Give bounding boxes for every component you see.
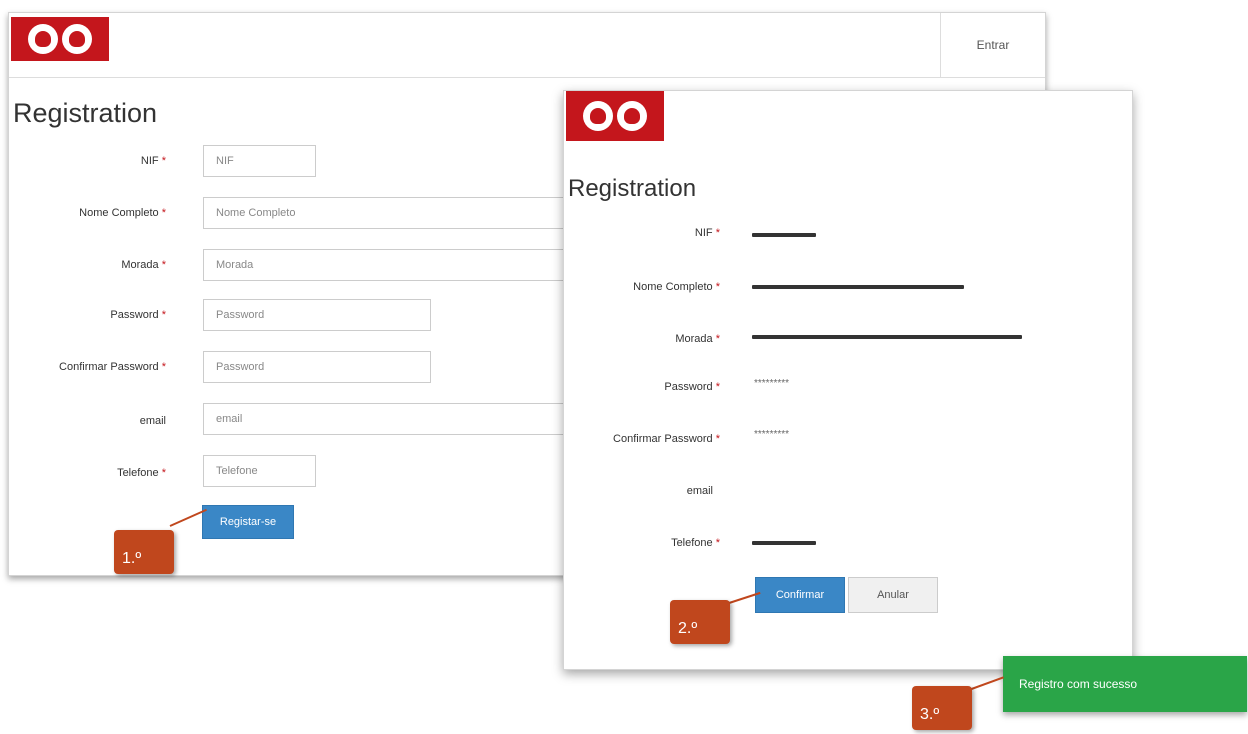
nif-label: NIF * <box>694 227 720 239</box>
password-field[interactable]: Password <box>203 299 431 331</box>
address-label: Morada * <box>121 259 166 271</box>
email-label: email <box>139 415 166 427</box>
phone-label: Telefone * <box>117 467 166 479</box>
confirm-button[interactable]: Confirmar <box>755 577 845 613</box>
register-button[interactable]: Registar-se <box>202 505 294 539</box>
confirm-password-field[interactable]: Password <box>203 351 431 383</box>
confirm-password-label: Confirmar Password * <box>613 433 720 445</box>
address-field[interactable]: Morada <box>203 249 603 281</box>
fire-icon <box>617 101 647 131</box>
top-navbar: Entrar <box>9 13 1045 78</box>
confirmation-window: Registration NIF * Nome Completo * Morad… <box>563 90 1133 670</box>
full-name-label: Nome Completo * <box>633 281 720 293</box>
password-value: ********* <box>754 378 790 389</box>
nif-value <box>752 233 816 237</box>
email-field[interactable]: email <box>203 403 603 435</box>
address-label: Morada * <box>675 333 720 345</box>
full-name-label: Nome Completo * <box>79 207 166 219</box>
confirm-password-label: Confirmar Password * <box>59 361 166 373</box>
nif-field[interactable]: NIF <box>203 145 316 177</box>
address-value <box>752 335 1022 339</box>
login-link[interactable]: Entrar <box>940 13 1045 77</box>
success-toast: Registro com sucesso <box>1003 656 1247 712</box>
phone-label: Telefone * <box>671 537 720 549</box>
confirm-password-value: ********* <box>754 429 790 440</box>
page-title: Registration <box>13 98 158 128</box>
logo[interactable] <box>566 91 664 141</box>
logo[interactable] <box>11 17 109 61</box>
cancel-button[interactable]: Anular <box>848 577 938 613</box>
flame-icon <box>583 101 613 131</box>
flame-icon <box>28 24 58 54</box>
phone-value <box>752 541 816 545</box>
phone-field[interactable]: Telefone <box>203 455 316 487</box>
nif-label: NIF * <box>140 155 166 167</box>
password-label: Password * <box>110 309 166 321</box>
page-title: Registration <box>568 175 697 202</box>
step-2-callout: 2.º <box>670 600 730 644</box>
password-label: Password * <box>664 381 720 393</box>
step-3-callout: 3.º <box>912 686 972 730</box>
fire-icon <box>62 24 92 54</box>
email-label: email <box>686 485 713 497</box>
step-1-callout: 1.º <box>114 530 174 574</box>
full-name-value <box>752 285 964 289</box>
full-name-field[interactable]: Nome Completo <box>203 197 603 229</box>
